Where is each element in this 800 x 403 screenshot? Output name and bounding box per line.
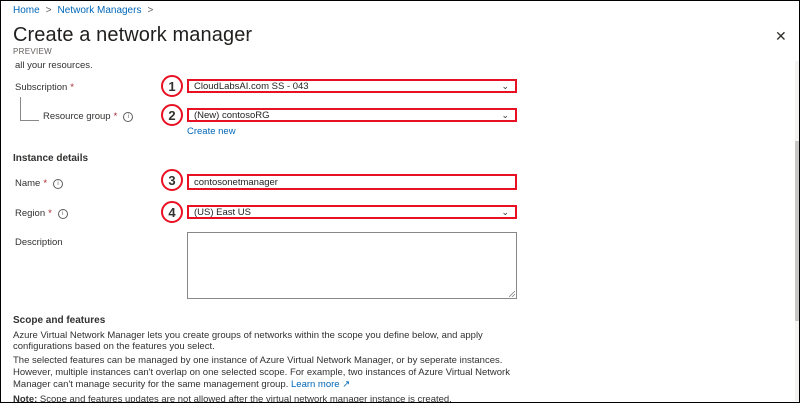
- chevron-right-icon: >: [45, 5, 52, 16]
- step-marker-4: 4: [161, 201, 183, 223]
- resource-group-select[interactable]: (New) contosoRG ⌄: [187, 108, 517, 122]
- page-title: Create a network manager: [13, 24, 253, 46]
- create-new-link[interactable]: Create new: [187, 126, 236, 137]
- chevron-down-icon: ⌄: [501, 110, 509, 120]
- description-textarea[interactable]: [187, 232, 517, 299]
- info-icon[interactable]: i: [123, 111, 134, 122]
- step-marker-1: 1: [161, 75, 183, 97]
- features-paragraph-line: The selected features can be managed by …: [13, 355, 503, 366]
- close-icon[interactable]: ✕: [775, 28, 787, 45]
- features-paragraph-line: However, multiple instances can't overla…: [13, 367, 510, 378]
- scrollbar-thumb[interactable]: [795, 141, 799, 321]
- info-icon[interactable]: i: [57, 208, 68, 219]
- tree-connector: [20, 97, 39, 121]
- step-marker-2: 2: [161, 104, 183, 126]
- name-input[interactable]: contosonetmanager: [187, 174, 517, 190]
- scope-paragraph-line: Azure Virtual Network Manager lets you c…: [13, 330, 483, 341]
- breadcrumb: Home > Network Managers >: [13, 5, 153, 16]
- breadcrumb-home[interactable]: Home: [13, 5, 40, 16]
- chevron-right-icon: >: [147, 5, 154, 16]
- region-select[interactable]: (US) East US ⌄: [187, 205, 517, 219]
- step-marker-3: 3: [161, 169, 183, 191]
- subscription-label: Subscription *: [15, 82, 74, 93]
- scrollbar[interactable]: [795, 61, 799, 401]
- external-link-icon: ↗: [342, 379, 351, 390]
- scope-paragraph-line: configurations based on the features you…: [13, 341, 215, 352]
- intro-text-fragment: all your resources.: [15, 60, 93, 71]
- subscription-select[interactable]: CloudLabsAI.com SS - 043 ⌄: [187, 79, 517, 93]
- chevron-down-icon: ⌄: [501, 81, 509, 91]
- resource-group-label: Resource group * i: [43, 111, 134, 122]
- scope-features-heading: Scope and features: [13, 315, 106, 326]
- note-line: Note: Scope and features updates are not…: [13, 394, 452, 403]
- preview-label: PREVIEW: [13, 47, 52, 56]
- name-label: Name * i: [15, 178, 64, 189]
- more-options-icon[interactable]: ···: [234, 29, 251, 45]
- features-paragraph-line: Manager can't manage security for the sa…: [13, 379, 351, 390]
- description-label: Description: [15, 237, 63, 248]
- chevron-down-icon: ⌄: [501, 207, 509, 217]
- region-label: Region * i: [15, 208, 68, 219]
- create-network-manager-panel: Home > Network Managers > Create a netwo…: [0, 0, 800, 403]
- breadcrumb-network-managers[interactable]: Network Managers: [58, 5, 142, 16]
- learn-more-link[interactable]: Learn more: [291, 379, 340, 390]
- resize-handle-icon[interactable]: [509, 291, 515, 297]
- instance-details-heading: Instance details: [13, 153, 89, 164]
- info-icon[interactable]: i: [53, 178, 64, 189]
